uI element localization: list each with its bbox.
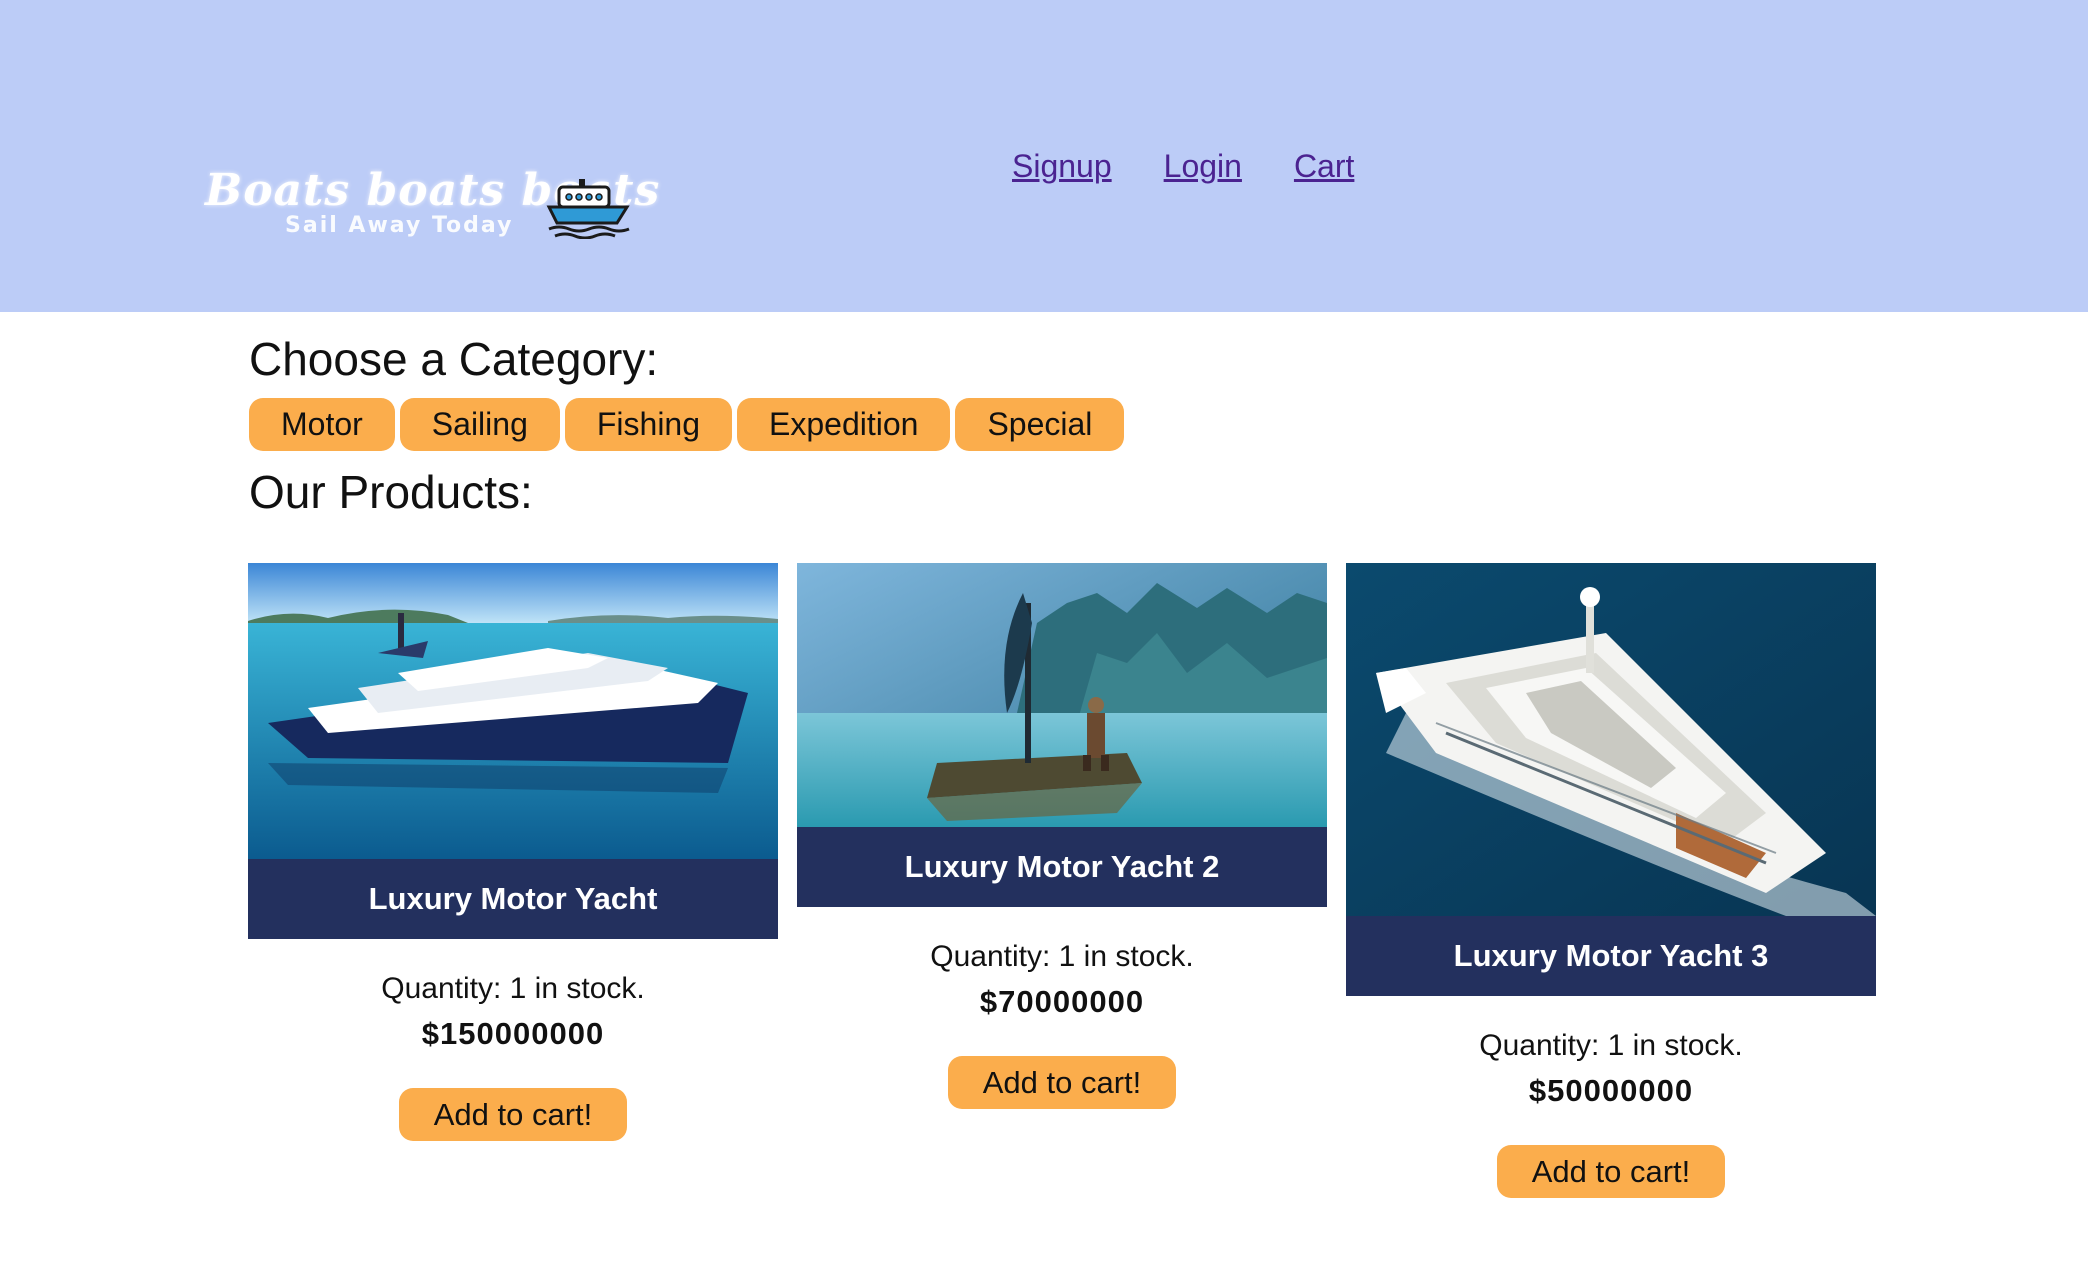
product-image-white-superyacht[interactable] <box>1346 563 1876 916</box>
category-heading: Choose a Category: <box>249 333 659 385</box>
products-heading: Our Products: <box>249 466 533 518</box>
category-button-motor[interactable]: Motor <box>249 398 395 451</box>
site-header: Boats boats boats Sail Away Today Signup… <box>0 0 2088 312</box>
product-card: Luxury Motor Yacht 3 Quantity: 1 in stoc… <box>1346 563 1876 1198</box>
product-quantity: Quantity: 1 in stock. <box>1479 1029 1743 1062</box>
boat-icon <box>546 179 630 239</box>
product-quantity: Quantity: 1 in stock. <box>381 972 645 1005</box>
add-to-cart-button[interactable]: Add to cart! <box>948 1056 1176 1109</box>
logo-tagline: Sail Away Today <box>285 213 514 238</box>
signup-link[interactable]: Signup <box>1012 148 1112 185</box>
product-price: $150000000 <box>421 1016 605 1051</box>
login-link[interactable]: Login <box>1164 148 1242 185</box>
category-button-special[interactable]: Special <box>955 398 1125 451</box>
main-nav: Signup Login Cart <box>1012 148 1354 185</box>
product-card: Luxury Motor Yacht 2 Quantity: 1 in stoc… <box>797 563 1327 1109</box>
product-image-luxury-yacht[interactable] <box>248 563 778 859</box>
product-card: Luxury Motor Yacht Quantity: 1 in stock.… <box>248 563 778 1141</box>
product-name[interactable]: Luxury Motor Yacht 3 <box>1346 916 1876 996</box>
product-quantity: Quantity: 1 in stock. <box>930 940 1194 973</box>
category-button-sailing[interactable]: Sailing <box>399 398 560 451</box>
product-price: $70000000 <box>979 984 1145 1019</box>
category-buttons: Motor Sailing Fishing Expedition Special <box>249 398 1125 451</box>
product-price: $50000000 <box>1528 1073 1694 1108</box>
product-name[interactable]: Luxury Motor Yacht <box>248 859 778 939</box>
add-to-cart-button[interactable]: Add to cart! <box>399 1088 627 1141</box>
product-image-viking-raft[interactable] <box>797 563 1327 827</box>
cart-link[interactable]: Cart <box>1294 148 1354 185</box>
add-to-cart-button[interactable]: Add to cart! <box>1497 1145 1725 1198</box>
site-logo[interactable]: Boats boats boats Sail Away Today <box>205 165 659 245</box>
category-button-fishing[interactable]: Fishing <box>564 398 733 451</box>
category-button-expedition[interactable]: Expedition <box>737 398 951 451</box>
product-name[interactable]: Luxury Motor Yacht 2 <box>797 827 1327 907</box>
